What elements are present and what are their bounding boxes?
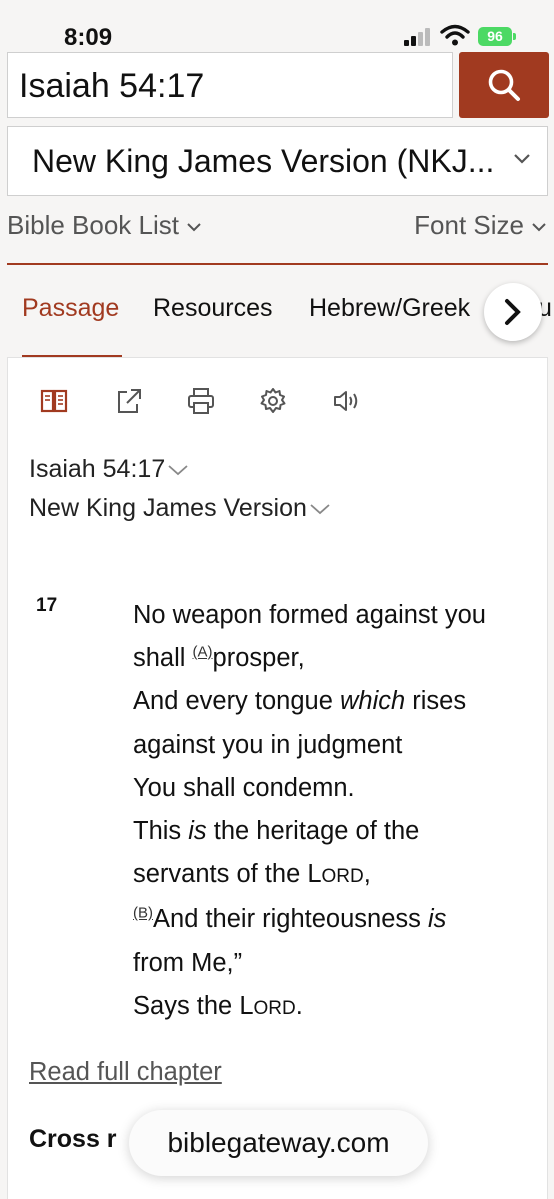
read-full-chapter-link[interactable]: Read full chapter bbox=[29, 1058, 222, 1087]
verse-line: against you in judgment bbox=[133, 730, 403, 759]
small-caps-word: LORD bbox=[307, 860, 364, 889]
version-select-value: New King James Version (NKJ... bbox=[32, 143, 495, 179]
bible-book-list-label: Bible Book List bbox=[7, 210, 179, 240]
chevron-down-icon bbox=[187, 223, 201, 232]
verse-line: This is the heritage of the bbox=[133, 817, 420, 846]
version-select[interactable]: New King James Version (NKJ... bbox=[7, 126, 548, 196]
print-icon[interactable] bbox=[186, 386, 216, 416]
verse-line: servants of the LORD, bbox=[133, 860, 371, 889]
chevron-down-icon bbox=[514, 154, 530, 164]
tab-resources[interactable]: Resources bbox=[153, 294, 273, 323]
cross-references-heading: Cross r bbox=[29, 1125, 117, 1153]
passage-reference: Isaiah 54:17 bbox=[29, 455, 166, 483]
url-bar[interactable]: biblegateway.com bbox=[129, 1110, 428, 1176]
battery-indicator: 96 bbox=[478, 27, 512, 46]
chevron-down-icon bbox=[310, 504, 330, 515]
chevron-down-icon bbox=[168, 465, 188, 476]
passage-version-select[interactable]: New King James Version bbox=[29, 494, 331, 523]
font-size-toggle[interactable]: Font Size bbox=[414, 210, 546, 241]
chevron-down-icon bbox=[532, 223, 546, 232]
search-button[interactable] bbox=[459, 52, 549, 118]
small-caps-word: LORD bbox=[239, 991, 296, 1020]
cross-reference-marker[interactable]: (A) bbox=[193, 644, 213, 661]
verse-line: from Me,” bbox=[133, 948, 243, 977]
share-icon[interactable] bbox=[114, 386, 144, 416]
wifi-icon bbox=[440, 24, 470, 46]
verse-line: No weapon formed against you bbox=[133, 601, 486, 629]
parallel-icon[interactable] bbox=[39, 386, 69, 416]
cross-reference-marker[interactable]: (B) bbox=[133, 905, 153, 922]
chevron-right-icon bbox=[505, 299, 521, 325]
passage-reference-select[interactable]: Isaiah 54:17 bbox=[29, 455, 189, 484]
battery-tip bbox=[513, 33, 516, 40]
italic-word: is bbox=[428, 905, 447, 934]
font-size-label: Font Size bbox=[414, 210, 524, 240]
passage-version: New King James Version bbox=[29, 494, 307, 522]
url-domain: biblegateway.com bbox=[167, 1127, 390, 1158]
bible-book-list-toggle[interactable]: Bible Book List bbox=[7, 210, 201, 241]
audio-icon[interactable] bbox=[331, 386, 361, 416]
verse-line: Says the LORD. bbox=[133, 991, 303, 1020]
search-icon bbox=[488, 69, 520, 101]
header-divider bbox=[7, 263, 548, 265]
tabs-scroll-next-button[interactable] bbox=[484, 283, 542, 341]
search-input[interactable]: Isaiah 54:17 bbox=[7, 52, 453, 118]
verse-text: No weapon formed against you shall (A)pro… bbox=[133, 594, 543, 1030]
signal-icon bbox=[404, 28, 434, 46]
verse-line: You shall condemn. bbox=[133, 773, 355, 802]
status-time: 8:09 bbox=[64, 24, 113, 51]
tab-passage[interactable]: Passage bbox=[22, 294, 119, 323]
tab-hebrew-greek[interactable]: Hebrew/Greek bbox=[309, 294, 470, 323]
italic-word: which bbox=[339, 687, 406, 716]
verse-line: And every tongue which rises bbox=[133, 687, 467, 716]
verse-line: shall (A)prosper, bbox=[133, 643, 305, 673]
verse-line: (B)And their righteousness is bbox=[133, 904, 447, 934]
italic-word: is bbox=[188, 817, 207, 846]
settings-icon[interactable] bbox=[258, 386, 288, 416]
verse-number: 17 bbox=[36, 595, 58, 616]
